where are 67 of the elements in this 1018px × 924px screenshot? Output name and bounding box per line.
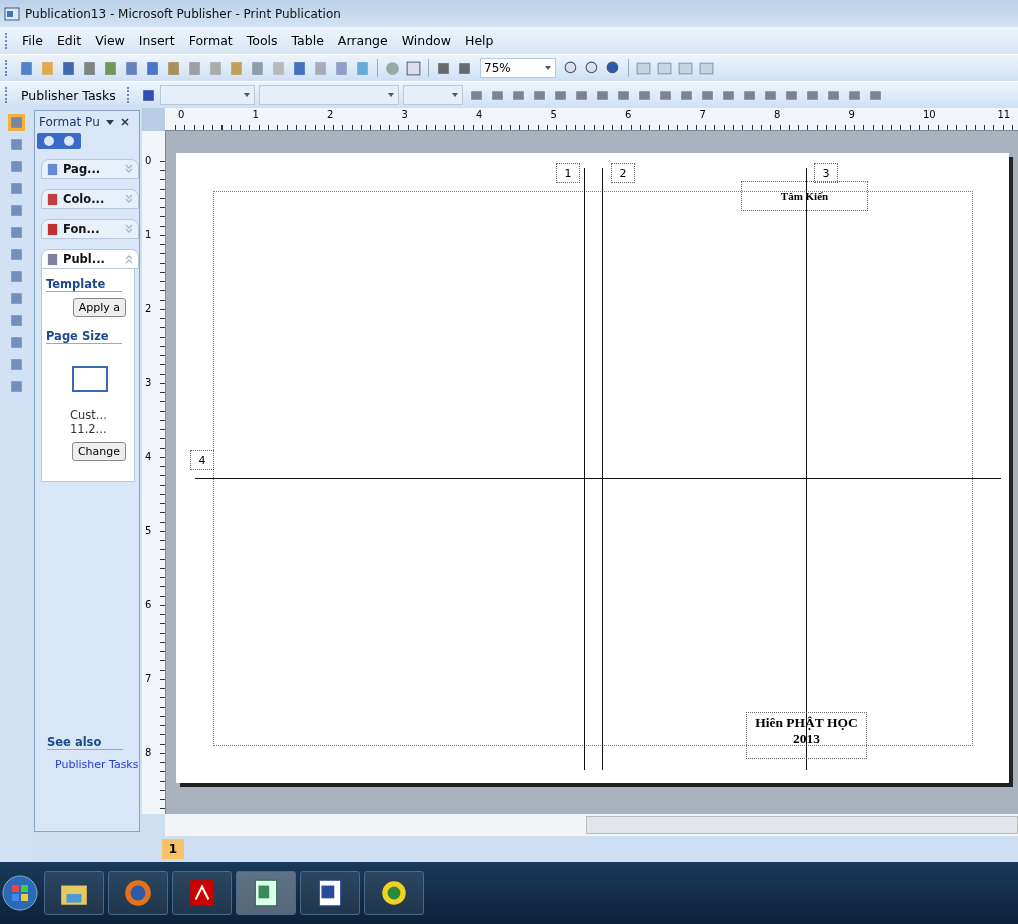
ruler-number: 0 — [145, 155, 152, 166]
guide-label: 2 — [611, 163, 635, 183]
caret-icon — [544, 64, 552, 72]
caret-icon — [450, 91, 459, 99]
dropdown-arrow-icon[interactable] — [104, 117, 115, 127]
ruler-number: 1 — [145, 229, 152, 240]
ruler-number: 7 — [145, 673, 152, 684]
ruler-number: 5 — [550, 109, 557, 120]
ruler-number: 3 — [145, 377, 152, 388]
expand-icon — [124, 164, 134, 174]
expand-icon — [124, 224, 134, 234]
guide-label: 4 — [190, 450, 214, 470]
page-size-text: Cust... 11.2... — [70, 408, 107, 436]
guide-label: 3 — [814, 163, 838, 183]
ruler-number: 8 — [774, 109, 781, 120]
publisher-tasks-link[interactable]: Publisher Tasks — [55, 758, 139, 771]
ruler-number: 11 — [997, 109, 1011, 120]
ruler-number: 9 — [848, 109, 855, 120]
task-pane-title: Format Pu — [39, 115, 100, 129]
menu-item[interactable]: Help — [458, 33, 501, 48]
start-button-icon[interactable] — [0, 873, 40, 913]
collapse-icon — [124, 254, 134, 264]
ruler-number: 0 — [178, 109, 185, 120]
ruler-number: 8 — [145, 747, 152, 758]
change-button[interactable]: Change — [71, 442, 126, 461]
ruler-number: 4 — [476, 109, 483, 120]
app-icon — [4, 5, 20, 22]
section-heading: Template — [46, 277, 122, 292]
pane-section-header[interactable]: Colo... — [41, 189, 139, 209]
ruler-number: 5 — [145, 525, 152, 536]
menu-item[interactable]: Format — [181, 33, 240, 48]
ruler-number: 1 — [252, 109, 259, 120]
pane-section-header[interactable]: Pag... — [41, 159, 139, 179]
horizontal-scrollbar[interactable] — [165, 814, 1018, 836]
ruler-number: 4 — [145, 451, 152, 462]
window-title: Publication13 - Microsoft Publisher - Print Publication — [25, 6, 341, 21]
menu-item[interactable]: Arrange — [330, 33, 395, 48]
section-heading: Page Size — [46, 329, 122, 344]
menu-item[interactable]: Edit — [49, 33, 89, 48]
close-icon[interactable] — [119, 117, 130, 127]
menu-item[interactable]: Window — [394, 33, 458, 48]
ruler-corner — [142, 108, 165, 131]
page-tab[interactable]: 1 — [162, 839, 184, 859]
menu-item[interactable]: Table — [284, 33, 331, 48]
ruler-number: 10 — [923, 109, 936, 120]
guide-label: 1 — [556, 163, 580, 183]
pane-section-header[interactable]: Fon... — [41, 219, 139, 239]
ruler-number: 6 — [625, 109, 632, 120]
ruler-number: 6 — [145, 599, 152, 610]
ruler-number: 2 — [145, 303, 152, 314]
zoom-dropdown[interactable]: 75% — [480, 58, 556, 78]
publisher-tasks-button[interactable]: Publisher Tasks — [17, 87, 120, 103]
expand-icon — [124, 194, 134, 204]
browser-icon — [122, 877, 154, 909]
apply-button[interactable]: Apply a — [72, 298, 126, 317]
page-size-thumbnail[interactable] — [72, 366, 108, 392]
caret-icon — [386, 91, 395, 99]
see-also-heading: See also — [47, 735, 123, 750]
menu-item[interactable]: Insert — [131, 33, 182, 48]
menu-item[interactable]: View — [88, 33, 132, 48]
menu-item[interactable]: Tools — [239, 33, 285, 48]
menu-item[interactable]: File — [15, 33, 50, 48]
pane-section-header[interactable]: Publ... — [41, 249, 139, 269]
ruler-number: 7 — [699, 109, 706, 120]
ruler-number: 3 — [401, 109, 408, 120]
ruler-number: 2 — [327, 109, 334, 120]
caret-icon — [242, 91, 251, 99]
